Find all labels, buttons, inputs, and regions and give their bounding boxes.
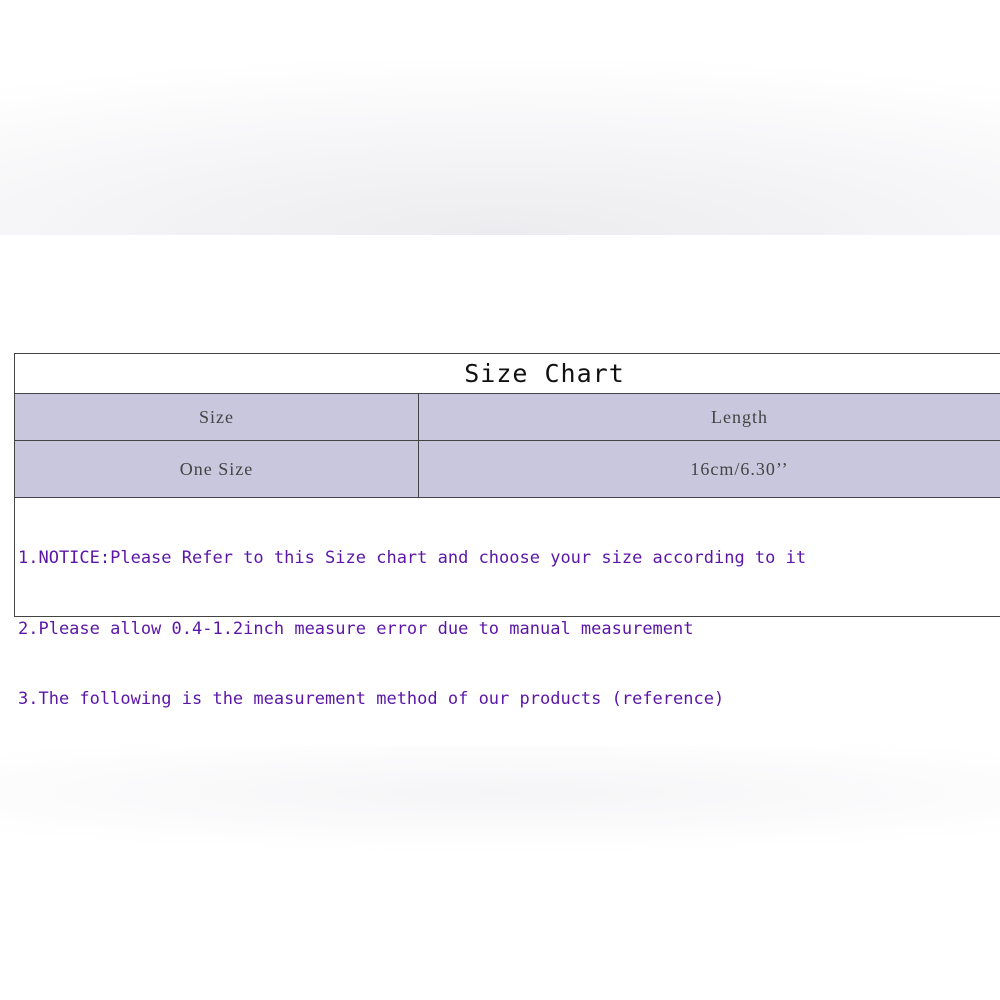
column-header-length: Length (711, 406, 768, 427)
table-row: One Size 16cm/6.30’’ (15, 441, 1000, 498)
size-chart-title: Size Chart (15, 354, 1000, 394)
size-chart-table: Size Chart Size Length One Size 16cm/6.3… (14, 353, 1000, 709)
top-background-shading (0, 0, 1000, 235)
note-line-1: 1.NOTICE:Please Refer to this Size chart… (18, 548, 807, 568)
note-line-3: 3.The following is the measurement metho… (18, 689, 725, 709)
note-line-2: 2.Please allow 0.4-1.2inch measure error… (18, 618, 694, 639)
length-value-cell: 16cm/6.30’’ (690, 458, 789, 479)
column-header-size: Size (15, 394, 419, 440)
bottom-background-shading (0, 745, 1000, 865)
size-chart-header-row: Size Length (15, 394, 1000, 441)
product-image-page: Size Chart Size Length One Size 16cm/6.3… (0, 0, 1000, 1000)
size-chart-notes: 1.NOTICE:Please Refer to this Size chart… (15, 498, 1000, 759)
size-value-cell: One Size (15, 441, 419, 497)
